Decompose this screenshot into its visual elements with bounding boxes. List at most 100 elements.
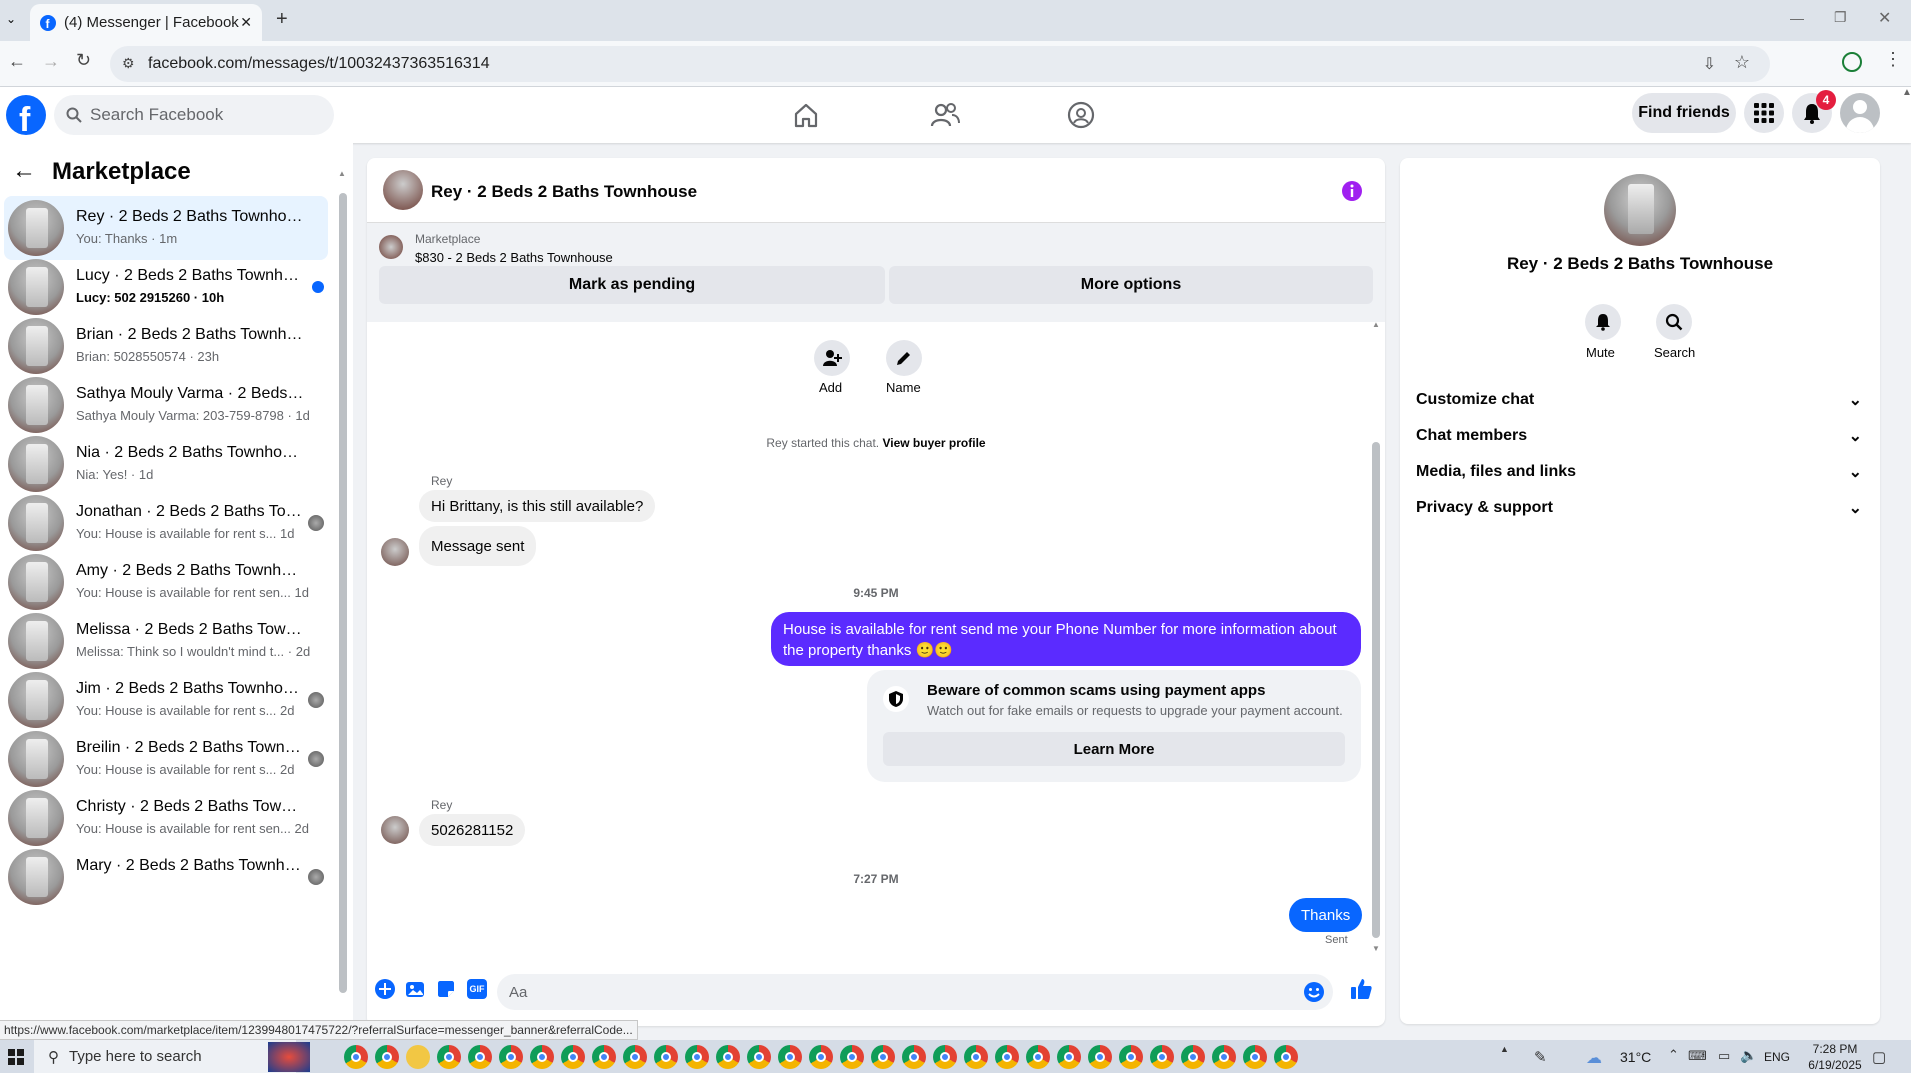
account-avatar[interactable]: [1840, 93, 1880, 133]
chrome-app-icon[interactable]: [1274, 1045, 1298, 1069]
list-scrollbar[interactable]: ▲: [338, 169, 348, 1001]
thumbs-up-icon[interactable]: [1349, 977, 1373, 1001]
forward-icon[interactable]: →: [42, 51, 60, 72]
listing-thumbnail[interactable]: [379, 235, 403, 259]
chrome-app-icon[interactable]: [685, 1045, 709, 1069]
view-buyer-profile-link[interactable]: View buyer profile: [882, 436, 985, 450]
url-bar[interactable]: ⚙ facebook.com/messages/t/10032437363516…: [110, 46, 1770, 82]
conversation-item[interactable]: Amy · 2 Beds 2 Baths Townhouse You: House…: [4, 550, 328, 614]
reload-icon[interactable]: ↻: [76, 50, 91, 71]
privacy-support-section[interactable]: Privacy & support ⌄: [1416, 490, 1862, 526]
conversation-item[interactable]: Nia · 2 Beds 2 Baths Townhouse Nia: Yes! …: [4, 432, 328, 496]
search-in-conversation-button[interactable]: [1656, 304, 1692, 340]
chrome-app-icon[interactable]: [654, 1045, 678, 1069]
conversation-item[interactable]: Rey · 2 Beds 2 Baths Townhouse You: Thank…: [4, 196, 328, 260]
chrome-app-icon[interactable]: [902, 1045, 926, 1069]
conversation-item[interactable]: Breilin · 2 Beds 2 Baths Townh... You: Ho…: [4, 727, 328, 791]
network-icon[interactable]: ⌨: [1688, 1048, 1707, 1064]
tray-chevron-icon[interactable]: ⌃: [1668, 1047, 1679, 1063]
conversation-item[interactable]: Brian · 2 Beds 2 Baths Townhouse Brian: 5…: [4, 314, 328, 378]
chrome-app-icon[interactable]: [1119, 1045, 1143, 1069]
name-chat-button[interactable]: [886, 340, 922, 376]
learn-more-button[interactable]: Learn More: [883, 732, 1345, 766]
restore-icon[interactable]: ❐: [1834, 9, 1847, 26]
conversation-item[interactable]: Sathya Mouly Varma · 2 Beds 2 ... Sathya …: [4, 373, 328, 437]
chrome-app-icon[interactable]: [1243, 1045, 1267, 1069]
message-bubble-outgoing[interactable]: House is available for rent send me your…: [771, 612, 1361, 666]
groups-icon[interactable]: [1067, 101, 1095, 129]
chrome-app-icon[interactable]: [933, 1045, 957, 1069]
chrome-app-icon[interactable]: [375, 1045, 399, 1069]
chrome-app-icon[interactable]: [964, 1045, 988, 1069]
pen-icon[interactable]: ✎: [1534, 1048, 1547, 1066]
chrome-app-icon[interactable]: [995, 1045, 1019, 1069]
friends-icon[interactable]: [930, 101, 960, 129]
photo-icon[interactable]: [405, 979, 425, 999]
facebook-search-input[interactable]: Search Facebook: [54, 95, 334, 135]
chrome-app-icon[interactable]: [344, 1045, 368, 1069]
mark-as-pending-button[interactable]: Mark as pending: [379, 266, 885, 304]
taskbar-search-box[interactable]: ⚲ Type here to search: [34, 1040, 296, 1073]
sticker-icon[interactable]: [436, 979, 456, 999]
emoji-icon[interactable]: [1303, 981, 1325, 1003]
chrome-app-icon[interactable]: [1026, 1045, 1050, 1069]
home-icon[interactable]: [792, 101, 820, 129]
info-avatar[interactable]: [1604, 174, 1676, 246]
gif-icon[interactable]: GIF: [467, 979, 487, 999]
message-bubble-incoming[interactable]: 5026281152: [419, 814, 526, 846]
more-actions-plus-icon[interactable]: [374, 978, 396, 1000]
chrome-app-icon[interactable]: [809, 1045, 833, 1069]
thread-scrollbar[interactable]: ▲ ▼: [1371, 320, 1381, 956]
language-indicator[interactable]: ENG: [1764, 1050, 1790, 1064]
tab-search-icon[interactable]: ⌄: [6, 12, 16, 26]
chrome-app-icon[interactable]: [747, 1045, 771, 1069]
chrome-app-icon[interactable]: [1088, 1045, 1112, 1069]
listing-detail[interactable]: $830 - 2 Beds 2 Baths Townhouse: [415, 250, 613, 265]
conversation-item[interactable]: Christy · 2 Beds 2 Baths Townho... You: H…: [4, 786, 328, 850]
chrome-app-icon[interactable]: [1150, 1045, 1174, 1069]
chrome-app-icon[interactable]: [499, 1045, 523, 1069]
chat-title[interactable]: Rey · 2 Beds 2 Baths Townhouse: [431, 182, 697, 202]
minimize-icon[interactable]: —: [1790, 10, 1804, 26]
bookmark-star-icon[interactable]: ☆: [1734, 52, 1750, 73]
conversation-item[interactable]: Jim · 2 Beds 2 Baths Townhouse You: House…: [4, 668, 328, 732]
taskbar-scroll-icon[interactable]: ▲: [1500, 1044, 1509, 1054]
chrome-app-icon[interactable]: [437, 1045, 461, 1069]
facebook-logo-icon[interactable]: f: [6, 95, 46, 135]
browser-menu-icon[interactable]: ⋮: [1884, 49, 1902, 70]
page-scroll-up-icon[interactable]: ▲: [1902, 87, 1911, 143]
conversation-info-icon[interactable]: [1341, 180, 1363, 202]
chrome-app-icon[interactable]: [1212, 1045, 1236, 1069]
browser-tab[interactable]: f (4) Messenger | Facebook ✕: [30, 4, 262, 41]
chat-avatar[interactable]: [383, 170, 423, 210]
conversation-item[interactable]: Jonathan · 2 Beds 2 Baths Tow... You: Hou…: [4, 491, 328, 555]
volume-icon[interactable]: 🔈: [1740, 1047, 1757, 1064]
window-close-icon[interactable]: ✕: [1878, 8, 1891, 28]
notification-center-icon[interactable]: ▢: [1872, 1048, 1886, 1066]
search-highlight-icon[interactable]: [268, 1042, 310, 1072]
chrome-app-icon[interactable]: [468, 1045, 492, 1069]
chrome-app-icon[interactable]: [592, 1045, 616, 1069]
media-files-links-section[interactable]: Media, files and links ⌄: [1416, 454, 1862, 490]
profile-icon[interactable]: [1842, 52, 1862, 72]
conversation-item[interactable]: Lucy · 2 Beds 2 Baths Townhou... Lucy: 50…: [4, 255, 328, 319]
chrome-app-icon[interactable]: [623, 1045, 647, 1069]
chrome-app-icon[interactable]: [1057, 1045, 1081, 1069]
conversation-item[interactable]: Melissa · 2 Beds 2 Baths Townho... Meliss…: [4, 609, 328, 673]
chrome-app-icon[interactable]: [871, 1045, 895, 1069]
weather-cloud-icon[interactable]: ☁: [1586, 1048, 1602, 1068]
more-options-button[interactable]: More options: [889, 266, 1373, 304]
chrome-app-icon[interactable]: [778, 1045, 802, 1069]
sender-avatar[interactable]: [381, 538, 409, 566]
clock-date[interactable]: 6/19/2025: [1800, 1058, 1870, 1072]
sender-avatar[interactable]: [381, 816, 409, 844]
find-friends-button[interactable]: Find friends: [1632, 93, 1736, 133]
battery-icon[interactable]: ▭: [1718, 1048, 1730, 1064]
chrome-app-icon[interactable]: [561, 1045, 585, 1069]
file-explorer-icon[interactable]: [406, 1045, 430, 1069]
message-bubble-outgoing[interactable]: Thanks: [1289, 898, 1363, 932]
chrome-app-icon[interactable]: [1181, 1045, 1205, 1069]
menu-grid-button[interactable]: [1744, 93, 1784, 133]
customize-chat-section[interactable]: Customize chat ⌄: [1416, 382, 1862, 418]
install-app-icon[interactable]: ⇩: [1703, 54, 1716, 74]
